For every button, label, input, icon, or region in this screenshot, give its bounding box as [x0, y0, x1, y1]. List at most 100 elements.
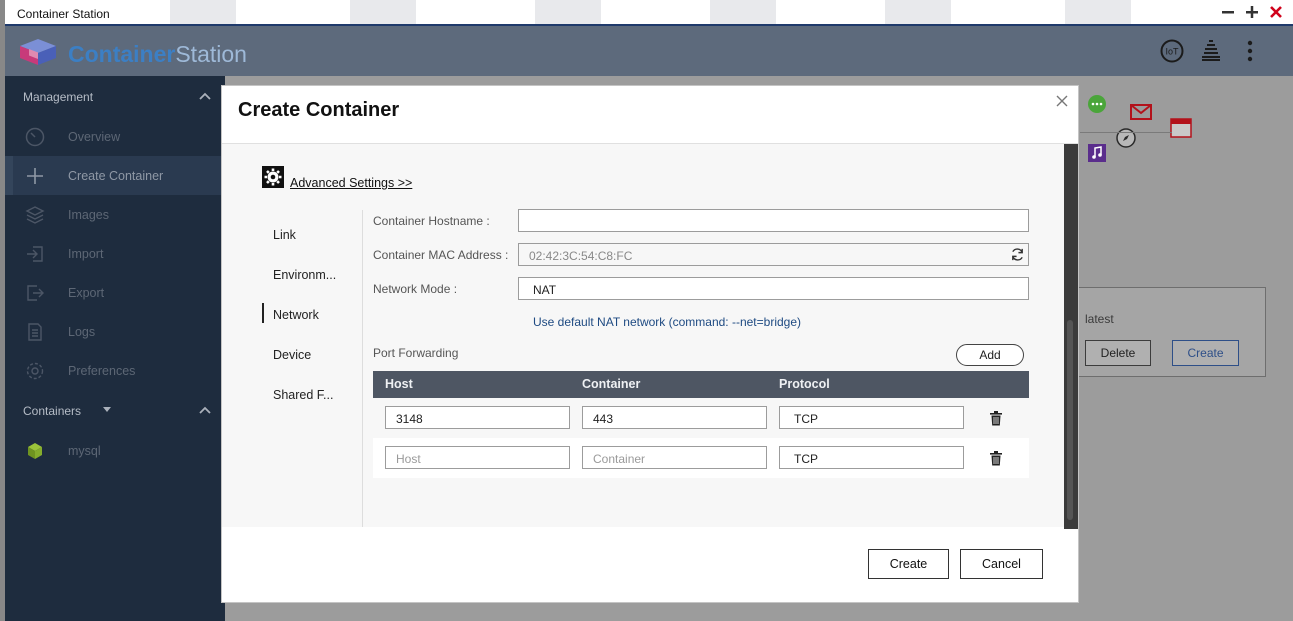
svg-text:IoT: IoT	[1165, 47, 1179, 57]
header-container: Container	[582, 377, 641, 391]
sidebar-item-label: Export	[68, 286, 105, 300]
dialog-scrollbar[interactable]	[1064, 144, 1078, 529]
chat-icon	[1088, 95, 1106, 113]
gauge-icon	[25, 127, 45, 147]
hostname-label: Container Hostname :	[373, 214, 490, 228]
management-section-header[interactable]: Management	[5, 76, 225, 116]
background-delete-button: Delete	[1085, 340, 1151, 366]
gear-icon	[26, 362, 44, 380]
cube-icon	[28, 443, 42, 459]
cancel-button[interactable]: Cancel	[960, 549, 1043, 579]
background-app-icon	[170, 0, 236, 24]
mail-icon	[1130, 104, 1152, 120]
sidebar-item-logs[interactable]: Logs	[5, 312, 225, 351]
add-port-button[interactable]: Add	[956, 344, 1024, 366]
tab-device[interactable]: Device	[262, 343, 352, 367]
calendar-icon	[1170, 118, 1192, 138]
import-icon	[27, 246, 43, 262]
chevron-up-icon[interactable]	[199, 404, 211, 416]
sidebar-item-label: Preferences	[68, 364, 136, 378]
table-header: Host Container Protocol	[373, 371, 1029, 398]
sidebar-item-overview[interactable]: Overview	[5, 117, 225, 156]
window-title: Container Station	[17, 7, 110, 21]
host-port-input[interactable]: 3148	[385, 406, 570, 429]
maximize-icon[interactable]	[1242, 3, 1262, 23]
tab-environment[interactable]: Environm...	[262, 263, 352, 287]
network-mode-label: Network Mode :	[373, 282, 458, 296]
scrollbar-thumb[interactable]	[1067, 320, 1073, 520]
background-create-button: Create	[1172, 340, 1239, 366]
header-protocol: Protocol	[779, 377, 830, 391]
sidebar-item-images[interactable]: Images	[5, 195, 225, 234]
iot-icon[interactable]: IoT	[1159, 38, 1185, 64]
sidebar-item-label: Create Container	[68, 169, 164, 183]
sidebar-item-import[interactable]: Import	[5, 234, 225, 273]
protocol-select[interactable]: TCP	[779, 446, 964, 469]
background-image-panel: latest Delete Create	[1078, 287, 1266, 377]
background-app-icon	[710, 0, 776, 24]
management-label: Management	[23, 90, 94, 104]
close-window-icon[interactable]	[1266, 3, 1286, 23]
settings-gear-icon	[262, 166, 284, 188]
app-brand: ContainerStation	[68, 41, 247, 67]
create-container-dialog: Create Container Advanced Settings >> Li…	[221, 85, 1079, 603]
header-host: Host	[385, 377, 413, 391]
advanced-settings-link[interactable]: Advanced Settings >>	[290, 176, 412, 190]
sidebar-item-label: Images	[68, 208, 109, 222]
port-forwarding-label: Port Forwarding	[373, 346, 459, 360]
close-icon[interactable]	[1054, 93, 1070, 109]
nat-network-note: Use default NAT network (command: --net=…	[533, 315, 802, 329]
document-icon	[28, 323, 42, 341]
background-app-icon	[535, 0, 601, 24]
trash-icon[interactable]	[989, 411, 1003, 426]
containers-label: Containers	[23, 404, 82, 418]
create-button[interactable]: Create	[868, 549, 949, 579]
app-header: ContainerStation IoT	[5, 26, 1293, 76]
container-port-input[interactable]: Container	[582, 446, 767, 469]
mac-address-input[interactable]: 02:42:3C:54:C8:FC	[518, 243, 1029, 266]
background-app-icon	[350, 0, 416, 24]
tabs-separator	[362, 210, 363, 527]
tab-shared-folders[interactable]: Shared F...	[262, 383, 352, 407]
network-mode-select[interactable]: NAT	[518, 277, 1029, 300]
host-port-input[interactable]: Host	[385, 446, 570, 469]
plus-icon	[27, 168, 43, 184]
chevron-up-icon[interactable]	[199, 90, 211, 102]
dialog-body: Advanced Settings >> Link Environm... Ne…	[222, 144, 1070, 527]
minimize-icon[interactable]	[1218, 3, 1238, 23]
tab-link[interactable]: Link	[262, 223, 352, 247]
sidebar-item-label: mysql	[68, 444, 101, 458]
layers-icon	[25, 206, 45, 224]
trash-icon[interactable]	[989, 451, 1003, 466]
sidebar-item-create-container[interactable]: Create Container	[5, 156, 225, 195]
latest-tag: latest	[1085, 312, 1114, 326]
window-titlebar: Container Station	[5, 0, 1293, 26]
tab-network[interactable]: Network	[262, 303, 352, 327]
compass-icon	[1116, 128, 1136, 148]
sidebar-container-mysql[interactable]: mysql	[5, 431, 225, 470]
sidebar: Management Overview Create Container Ima…	[5, 76, 225, 621]
music-icon	[1088, 144, 1106, 162]
export-icon	[27, 285, 44, 301]
background-divider	[1080, 132, 1172, 133]
table-row: Host Container TCP	[373, 438, 1029, 478]
protocol-select[interactable]: TCP	[779, 406, 964, 429]
background-app-icon	[1065, 0, 1131, 24]
sidebar-item-export[interactable]: Export	[5, 273, 225, 312]
containers-section-header[interactable]: Containers	[5, 390, 225, 430]
background-app-icon	[885, 0, 951, 24]
container-station-logo	[20, 39, 56, 65]
container-port-input[interactable]: 443	[582, 406, 767, 429]
sidebar-item-label: Logs	[68, 325, 96, 339]
hostname-input[interactable]	[518, 209, 1029, 232]
mac-address-label: Container MAC Address :	[373, 248, 509, 262]
sidebar-item-label: Import	[68, 247, 104, 261]
dialog-title: Create Container	[238, 99, 400, 121]
table-row: 3148 443 TCP	[373, 398, 1029, 438]
sidebar-item-preferences[interactable]: Preferences	[5, 351, 225, 390]
mac-address-value: 02:42:3C:54:C8:FC	[529, 249, 633, 263]
caret-down-icon[interactable]	[103, 407, 111, 413]
refresh-icon[interactable]	[1010, 247, 1025, 262]
more-options-icon[interactable]	[1237, 38, 1263, 64]
stack-icon[interactable]	[1198, 38, 1224, 64]
